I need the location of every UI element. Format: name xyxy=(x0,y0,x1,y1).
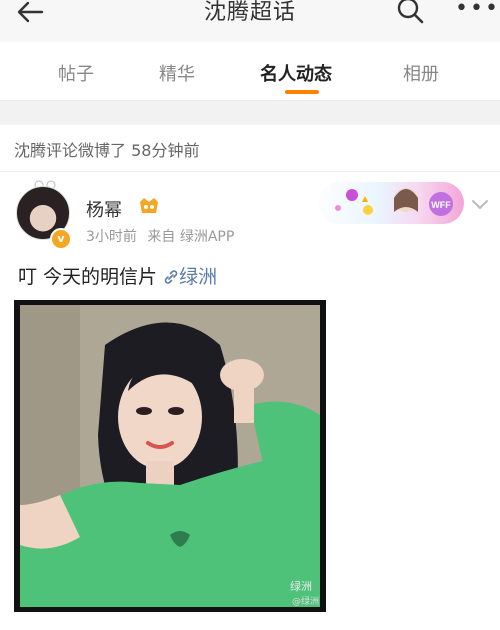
post-text-body: 叮 今天的明信片 xyxy=(18,266,158,288)
post-username[interactable]: 杨幂 xyxy=(86,196,122,222)
fan-badge-art-icon: WFF xyxy=(335,188,453,216)
active-tab-indicator xyxy=(285,90,319,94)
fan-badge-text: WFF xyxy=(431,200,451,210)
chevron-down-icon[interactable] xyxy=(470,198,490,212)
tab-bar: 帖子 精华 名人动态 相册 xyxy=(0,42,500,101)
tab-album[interactable]: 相册 xyxy=(403,60,439,86)
tab-essence[interactable]: 精华 xyxy=(159,60,195,86)
activity-notice-text: 沈腾评论微博了 58分钟前 xyxy=(14,141,200,160)
image-watermark: 绿洲 xyxy=(290,580,312,593)
top-bar: 沈腾超话 ••• xyxy=(0,0,500,42)
crown-vip-icon xyxy=(140,198,158,213)
post-time: 3小时前 xyxy=(86,229,137,245)
link-icon xyxy=(164,270,178,284)
section-divider xyxy=(0,101,500,125)
post-link-label: 绿洲 xyxy=(179,266,218,288)
verified-badge-icon: v xyxy=(50,228,72,250)
fan-badge[interactable]: WFF xyxy=(318,182,464,224)
post-meta: 3小时前 来自 绿洲APP xyxy=(86,226,240,246)
tab-celebrity-updates[interactable]: 名人动态 xyxy=(260,60,332,86)
more-options-button[interactable]: ••• xyxy=(455,0,500,21)
activity-notice[interactable]: 沈腾评论微博了 58分钟前 xyxy=(0,125,500,172)
post-link[interactable]: 绿洲 xyxy=(163,266,217,288)
image-watermark-sub: @绿洲 xyxy=(292,597,320,607)
post-text: 叮 今天的明信片 绿洲 xyxy=(18,262,217,289)
tab-posts[interactable]: 帖子 xyxy=(58,60,94,86)
search-icon[interactable] xyxy=(396,0,426,24)
post-image-content xyxy=(20,305,320,607)
post-source[interactable]: 来自 绿洲APP xyxy=(147,229,234,245)
post-image[interactable] xyxy=(20,305,320,607)
